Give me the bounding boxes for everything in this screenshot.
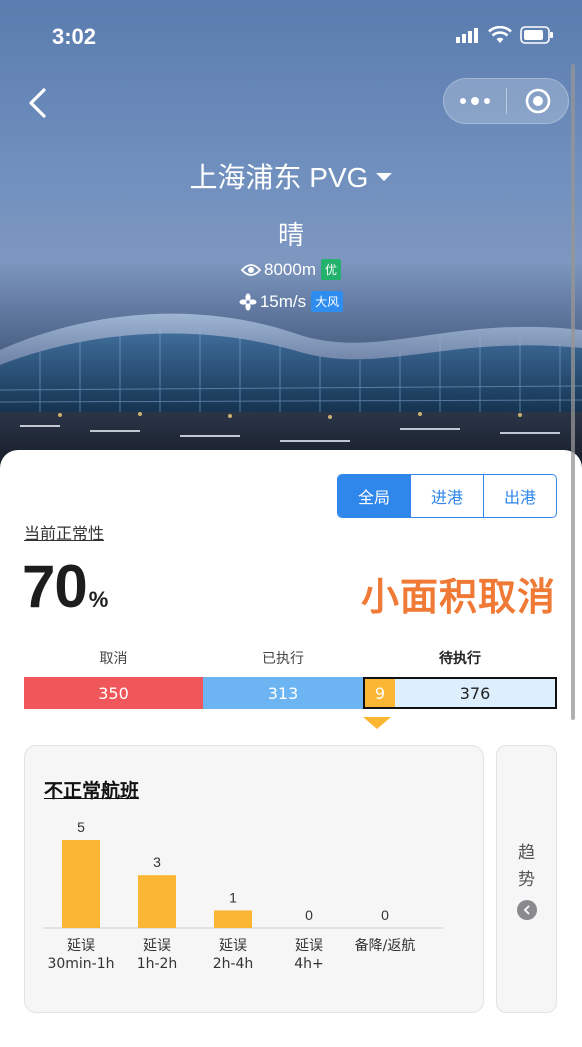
chart-category-label: 延误 [219,938,247,954]
visibility-value: 8000m [264,259,316,279]
operation-status: 小面积取消 [360,575,556,619]
wind-grade-badge: 大风 [311,291,344,312]
chart-bar[interactable] [214,910,252,928]
trend-label-char: 趋 [518,843,535,863]
weather-condition: 晴 [277,221,304,251]
airport-name: 上海浦东 PVG [189,162,369,193]
normality-label[interactable]: 当前正常性 [24,520,104,544]
chart-value-label: 0 [381,907,389,923]
fan-icon [239,293,257,310]
status-bar: 3:02 [0,0,582,70]
chart-category-label: 延误 [143,938,171,954]
chevron-left-circle-icon [517,900,537,920]
airport-terminal-image [0,313,582,475]
pending-delayed-segment: 9 [365,679,395,707]
executed-segment[interactable]: 313 [203,677,363,709]
battery-icon [520,26,553,44]
chart-category-label: 2h-4h [213,956,254,972]
cancelled-label: 取消 [99,651,128,667]
visibility-grade-badge: 优 [320,259,341,280]
pending-segment[interactable]: 9 376 [363,677,557,709]
chart-category-label: 备降/返航 [355,937,416,954]
cancelled-segment[interactable]: 350 [24,677,203,709]
status-icons [456,26,554,44]
trend-label-char: 势 [518,870,535,890]
eye-icon [241,263,261,276]
scope-tabs: 全局 进港 出港 [337,474,557,518]
scrollbar[interactable] [571,64,575,720]
hero-banner: 3:02 上海浦东 PVG 晴 8000m 优 15m/s 大风 [0,0,582,475]
wifi-icon [488,26,512,43]
trend-label: 趋势 [497,840,556,894]
target-icon [525,88,550,114]
airport-selector[interactable]: 上海浦东 PVG [0,156,582,196]
normality-value: 70% [22,552,108,621]
status-time: 3:02 [52,24,97,49]
wind-row: 15m/s 大风 [0,291,582,312]
chart-bar[interactable] [138,875,176,928]
abnormal-flights-chart: 5 延误 30min-1h 3 延误 1h-2h 1 延误 2h-4h 0 延误 4h+ 0 备降/返航 [43,819,443,972]
selection-pointer [363,717,391,729]
tab-departures[interactable]: 出港 [483,475,556,517]
dot-icon [460,98,466,104]
dot-icon [484,98,490,104]
trend-button[interactable]: 趋势 [496,745,557,1013]
visibility-row: 8000m 优 [0,259,582,280]
tab-arrivals[interactable]: 进港 [410,475,483,517]
chart-value-label: 0 [305,907,313,923]
more-button[interactable] [444,79,506,123]
chart-category-label: 延误 [67,938,95,954]
chart-category-label: 4h+ [294,956,324,972]
abnormal-flights-title[interactable]: 不正常航班 [44,776,139,803]
chart-value-label: 1 [229,889,237,905]
flight-status-labels: 取消 已执行 待执行 [24,648,557,668]
pending-rest-segment: 376 [395,679,555,707]
wind-speed-value: 15m/s [259,291,307,311]
chevron-left-icon [29,88,46,118]
caret-down-icon [376,172,393,181]
pending-label: 待执行 [439,651,481,667]
back-button[interactable] [24,86,54,120]
normality-number: 70 [22,553,88,620]
executed-label: 已执行 [262,651,304,667]
chart-bar[interactable] [62,840,100,928]
flight-status-bar: 350 313 9 376 [24,677,557,709]
close-mini-program-button[interactable] [507,79,568,123]
tab-all[interactable]: 全局 [338,475,410,517]
stats-card: 全局 进港 出港 当前正常性 70% 小面积取消 取消 已执行 待执行 350 … [0,450,582,1047]
chart-category-label: 30min-1h [47,956,114,972]
chart-value-label: 5 [77,819,85,835]
normality-unit: % [88,587,109,612]
mini-program-capsule [443,78,569,124]
chart-value-label: 3 [153,854,161,870]
dot-icon [471,97,479,105]
abnormal-flights-panel: 不正常航班 5 延误 30min-1h 3 延误 1h-2h 1 延误 2h-4h 0 延误 4h+ 0… [24,745,484,1013]
chart-category-label: 延误 [295,938,323,954]
signal-icon [456,28,478,43]
chart-category-label: 1h-2h [137,956,178,972]
